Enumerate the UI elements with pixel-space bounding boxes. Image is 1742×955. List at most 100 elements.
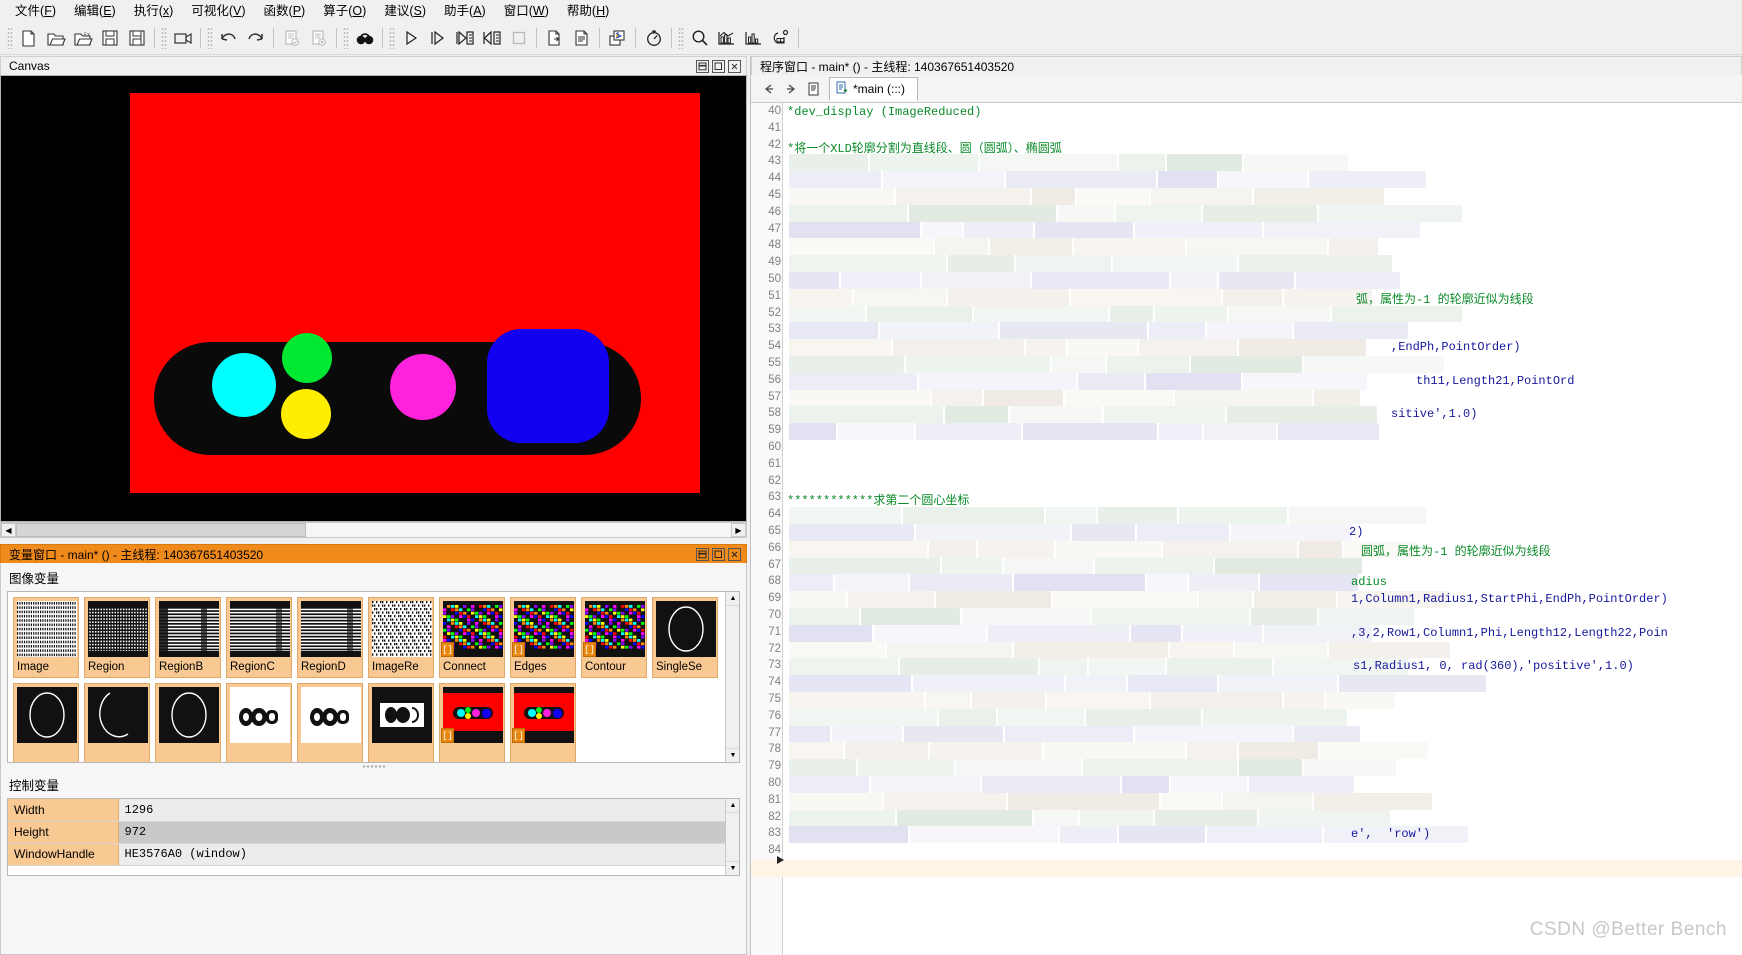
toolbar-grip[interactable] xyxy=(343,27,349,49)
code-line[interactable]: th11,Length21,PointOrd xyxy=(1416,374,1574,388)
step-over-icon[interactable] xyxy=(424,25,451,52)
table-row[interactable]: Height 972 xyxy=(8,821,739,844)
image-variable-thumbnail[interactable] xyxy=(226,683,292,762)
scroll-down-arrow-icon[interactable]: ▼ xyxy=(726,861,739,875)
new-file-icon[interactable] xyxy=(15,25,42,52)
menu-item-5[interactable]: 函数(P) xyxy=(255,1,315,21)
image-variable-thumbnail[interactable]: Image xyxy=(13,597,79,678)
menu-item-9[interactable]: 窗口(W) xyxy=(495,1,558,21)
image-variables-vertical-scrollbar[interactable]: ▲ ▼ xyxy=(725,592,739,762)
reset-program-icon[interactable] xyxy=(541,25,568,52)
table-row[interactable]: Width 1296 xyxy=(8,799,739,822)
code-line[interactable]: e', 'row') xyxy=(1351,827,1430,841)
undo-icon[interactable] xyxy=(215,25,242,52)
image-variable-thumbnail[interactable]: RegionC xyxy=(226,597,292,678)
code-line[interactable]: 1,Column1,Radius1,StartPhi,EndPh,PointOr… xyxy=(1351,592,1668,606)
menu-item-4[interactable]: 可视化(V) xyxy=(182,1,254,21)
scroll-left-arrow-icon[interactable]: ◀ xyxy=(1,523,16,537)
image-variable-thumbnail[interactable] xyxy=(13,683,79,762)
export-icon[interactable] xyxy=(604,25,631,52)
code-line[interactable]: s1,Radius1, 0, rad(360),'positive',1.0) xyxy=(1353,659,1634,673)
image-variable-thumbnail[interactable] xyxy=(297,683,363,762)
menu-item-3[interactable]: 执行(x) xyxy=(125,1,183,21)
scroll-up-arrow-icon[interactable]: ▲ xyxy=(726,592,739,606)
deactivate-code-icon[interactable] xyxy=(305,25,332,52)
image-variable-thumbnail[interactable]: [] Contour xyxy=(581,597,647,678)
menu-item-2[interactable]: 编辑(E) xyxy=(65,1,125,21)
image-variable-thumbnail[interactable]: Region xyxy=(84,597,150,678)
code-editor[interactable]: 40 41 42 43 44 45 46 47 48 49 50 51 52 53 54 55 56 57 58 59… xyxy=(751,103,1742,955)
code-line[interactable]: adius xyxy=(1351,575,1387,589)
code-line[interactable]: *dev_display (ImageReduced) xyxy=(787,105,981,119)
stop-icon[interactable] xyxy=(505,25,532,52)
open-example-icon[interactable]: Ex xyxy=(69,25,96,52)
image-variable-thumbnail[interactable] xyxy=(155,683,221,762)
restore-icon[interactable] xyxy=(712,547,725,561)
image-variable-thumbnail[interactable]: [] Edges xyxy=(510,597,576,678)
scroll-track[interactable] xyxy=(16,523,731,537)
insert-operator-icon[interactable] xyxy=(568,25,595,52)
close-icon[interactable] xyxy=(728,547,741,561)
zoom-assistant-icon[interactable] xyxy=(686,25,713,52)
canvas-graphics-window[interactable] xyxy=(0,75,747,522)
code-line[interactable]: 弧，属性为-1 的轮廓近似为线段 xyxy=(1356,290,1534,307)
scroll-up-arrow-icon[interactable]: ▲ xyxy=(726,799,739,813)
matching-assistant-icon[interactable] xyxy=(740,25,767,52)
image-variable-thumbnail[interactable]: RegionB xyxy=(155,597,221,678)
image-variable-thumbnail[interactable] xyxy=(84,683,150,762)
menu-item-8[interactable]: 助手(A) xyxy=(435,1,495,21)
activate-code-icon[interactable] xyxy=(278,25,305,52)
find-icon[interactable] xyxy=(351,25,378,52)
canvas-horizontal-scrollbar[interactable]: ◀ ▶ xyxy=(0,522,747,538)
procedure-list-icon[interactable] xyxy=(803,79,823,99)
image-variable-thumbnail[interactable]: [] Connect xyxy=(439,597,505,678)
restore-icon[interactable] xyxy=(712,59,725,73)
measure-assistant-icon[interactable] xyxy=(713,25,740,52)
menu-item-6[interactable]: 算子(O) xyxy=(314,1,375,21)
toolbar-grip[interactable] xyxy=(389,27,395,49)
code-line[interactable]: *将一个XLD轮廓分割为直线段、圆（圆弧）、椭圆弧 xyxy=(787,139,1062,156)
table-row[interactable]: WindowHandle HE3576A0 (window) xyxy=(8,843,739,866)
toolbar-grip[interactable] xyxy=(161,27,167,49)
open-file-icon[interactable] xyxy=(42,25,69,52)
save-as-icon[interactable] xyxy=(123,25,150,52)
toolbar-grip[interactable] xyxy=(678,27,684,49)
forward-icon[interactable] xyxy=(781,79,801,99)
menu-item-1[interactable]: 文件(F) xyxy=(6,1,65,21)
scroll-down-arrow-icon[interactable]: ▼ xyxy=(726,748,739,762)
image-variable-thumbnail[interactable]: RegionD xyxy=(297,597,363,678)
image-variable-thumbnail[interactable]: [] xyxy=(510,683,576,762)
menu-item-7[interactable]: 建议(S) xyxy=(375,1,435,21)
control-variables-vertical-scrollbar[interactable]: ▲ ▼ xyxy=(725,799,739,875)
minimize-icon[interactable] xyxy=(696,547,709,561)
image-variable-thumbnail[interactable]: SingleSe xyxy=(652,597,718,678)
close-icon[interactable] xyxy=(728,59,741,73)
step-into-icon[interactable] xyxy=(451,25,478,52)
run-icon[interactable] xyxy=(397,25,424,52)
image-variable-thumbnail[interactable]: ImageRe xyxy=(368,597,434,678)
code-line[interactable]: 圆弧，属性为-1 的轮廓近似为线段 xyxy=(1361,542,1551,559)
record-icon[interactable] xyxy=(169,25,196,52)
scroll-right-arrow-icon[interactable]: ▶ xyxy=(731,523,746,537)
profiler-icon[interactable] xyxy=(640,25,667,52)
code-line[interactable]: sitive',1.0) xyxy=(1391,407,1477,421)
back-icon[interactable] xyxy=(759,79,779,99)
splitter-handle[interactable] xyxy=(1,763,746,770)
minimize-icon[interactable] xyxy=(696,59,709,73)
image-variables-list[interactable]: Image Region RegionB RegionC RegionD ImageRe [… xyxy=(7,591,740,763)
code-line[interactable]: ,EndPh,PointOrder) xyxy=(1391,340,1521,354)
step-out-icon[interactable] xyxy=(478,25,505,52)
menu-item-10[interactable]: 帮助(H) xyxy=(558,1,618,21)
code-line[interactable]: 2) xyxy=(1349,525,1363,539)
code-line[interactable]: ************求第二个圆心坐标 xyxy=(787,491,969,508)
image-variable-thumbnail[interactable]: [] xyxy=(439,683,505,762)
ocr-assistant-icon[interactable] xyxy=(767,25,794,52)
image-variable-thumbnail[interactable] xyxy=(368,683,434,762)
code-line[interactable]: ,3,2,Row1,Column1,Phi,Length12,Length22,… xyxy=(1351,626,1668,640)
scroll-thumb[interactable] xyxy=(16,523,306,537)
save-icon[interactable] xyxy=(96,25,123,52)
redo-icon[interactable] xyxy=(242,25,269,52)
toolbar-grip[interactable] xyxy=(7,27,13,49)
toolbar-grip[interactable] xyxy=(207,27,213,49)
tab-main-procedure[interactable]: *main (:::) xyxy=(829,76,919,101)
